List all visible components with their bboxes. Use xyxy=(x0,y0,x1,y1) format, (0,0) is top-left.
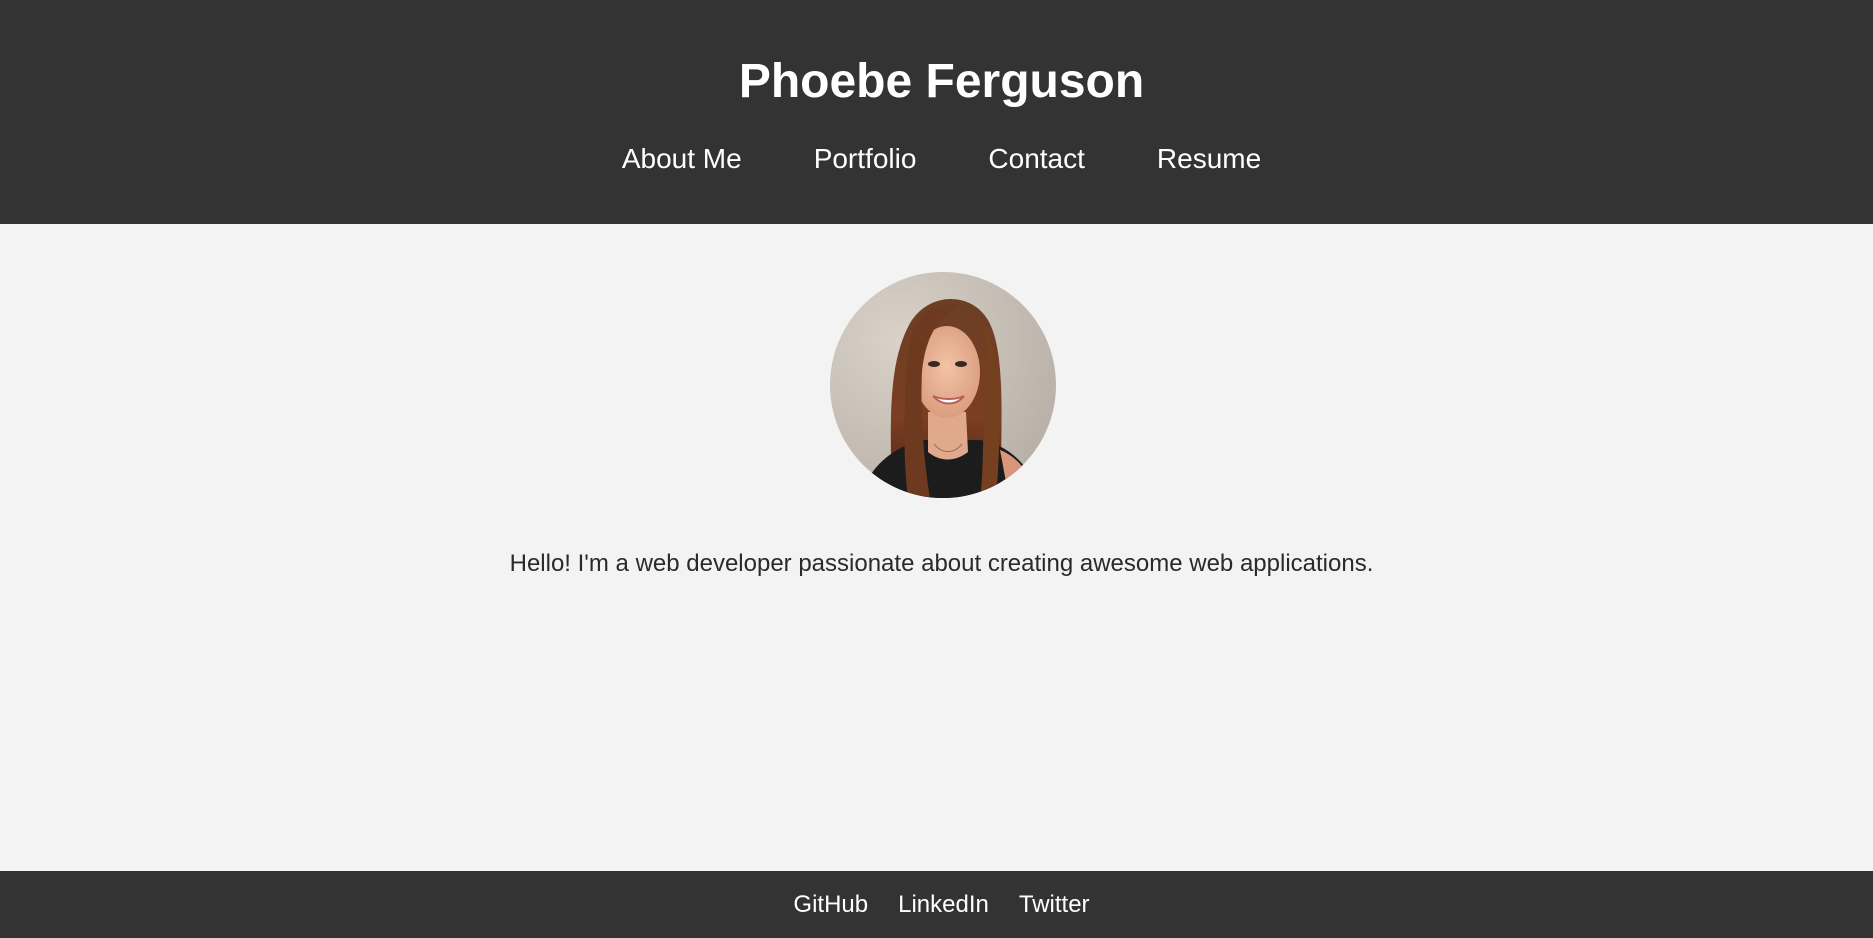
main-nav: About Me Portfolio Contact Resume xyxy=(0,140,1873,178)
footer-link-linkedin[interactable]: LinkedIn xyxy=(898,889,989,921)
footer-link-twitter[interactable]: Twitter xyxy=(1019,889,1090,921)
nav-link-resume[interactable]: Resume xyxy=(1157,140,1261,178)
site-header: Phoebe Ferguson About Me Portfolio Conta… xyxy=(0,0,1873,224)
profile-photo xyxy=(830,272,1056,498)
footer-link-github[interactable]: GitHub xyxy=(793,889,868,921)
site-title: Phoebe Ferguson xyxy=(738,55,1145,108)
page: Phoebe Ferguson About Me Portfolio Conta… xyxy=(0,0,1873,938)
nav-link-portfolio[interactable]: Portfolio xyxy=(814,140,917,178)
nav-link-about-me[interactable]: About Me xyxy=(622,140,742,178)
intro-text: Hello! I'm a web developer passionate ab… xyxy=(509,550,1374,577)
site-footer: GitHub LinkedIn Twitter xyxy=(0,871,1873,938)
nav-link-contact[interactable]: Contact xyxy=(988,140,1085,178)
